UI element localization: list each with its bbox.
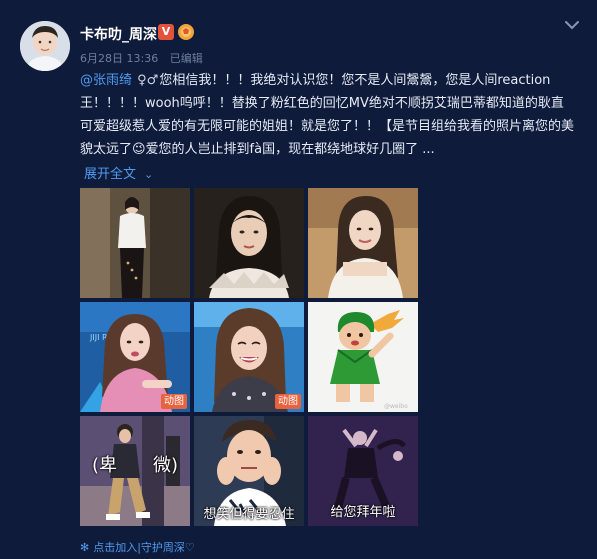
- post-meta: 6月28日 13:36 已编辑: [80, 50, 211, 66]
- more-options-chevron-icon[interactable]: [563, 16, 581, 34]
- image-caption: 给您拜年啦: [330, 505, 396, 520]
- avatar[interactable]: [20, 21, 70, 71]
- svg-text:@weibo: @weibo: [384, 403, 408, 410]
- chevron-down-icon: ⌄: [144, 168, 154, 181]
- post-text: @张雨绮 ♀♂您相信我！！！我绝对认识您！您不是人间鬶鬶，您是人间reactio…: [80, 69, 576, 161]
- gif-badge: 动图: [275, 394, 301, 409]
- medal-icon: [177, 23, 195, 41]
- image-thumbnail[interactable]: [308, 188, 418, 298]
- image-thumbnail[interactable]: (卑 微): [80, 416, 190, 526]
- image-thumbnail[interactable]: [80, 188, 190, 298]
- image-thumbnail[interactable]: @weibo: [308, 302, 418, 412]
- image-thumbnail[interactable]: [194, 188, 304, 298]
- image-thumbnail-gif[interactable]: 动图: [194, 302, 304, 412]
- verified-badge-icon: V: [158, 24, 174, 40]
- mention-link[interactable]: @张雨绮: [80, 73, 132, 88]
- username[interactable]: 卡布叻_周深: [80, 24, 157, 44]
- expand-label: 展开全文: [84, 167, 137, 182]
- image-thumbnail[interactable]: 想笑但得要忍住: [194, 416, 304, 526]
- expand-full-text-link[interactable]: 展开全文 ⌄: [84, 163, 153, 182]
- image-grid: JIJI RUIBAN 动图: [80, 188, 419, 527]
- image-caption: 想笑但得要忍住: [203, 507, 295, 522]
- weibo-post-card: 卡布叻_周深 V 6月28日 13:36 已编辑 @张雨绮 ♀♂您相信我！！！我…: [0, 0, 597, 559]
- footer-label: 点击加入|守护周深♡: [93, 541, 195, 554]
- image-thumbnail-gif[interactable]: JIJI RUIBAN 动图: [80, 302, 190, 412]
- gender-glyph: ♀♂: [137, 73, 159, 88]
- edited-label[interactable]: 已编辑: [170, 52, 203, 65]
- gif-badge: 动图: [161, 394, 187, 409]
- post-date[interactable]: 6月28日 13:36: [80, 52, 158, 65]
- flower-icon: ✻: [80, 541, 90, 554]
- image-thumbnail[interactable]: 给您拜年啦: [308, 416, 418, 526]
- image-caption: (卑 微): [91, 455, 179, 476]
- join-fan-group-link[interactable]: ✻ 点击加入|守护周深♡: [80, 539, 195, 555]
